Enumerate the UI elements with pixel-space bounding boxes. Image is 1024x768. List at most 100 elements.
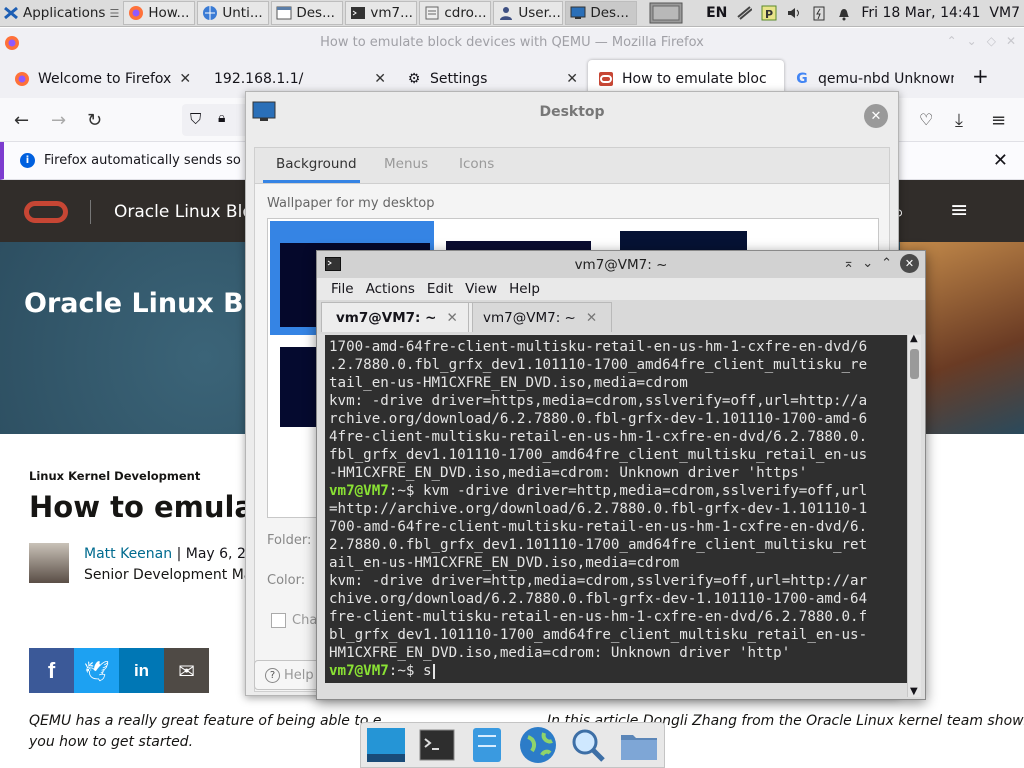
menu-view[interactable]: View bbox=[463, 281, 507, 297]
terminal-output-line: -HM1CXFRE_EN_DVD.iso,media=cdrom: Unknow… bbox=[329, 465, 808, 481]
menu-help[interactable]: Help bbox=[507, 281, 550, 297]
terminal-icon bbox=[419, 729, 455, 761]
pocket-icon[interactable]: ♡ bbox=[919, 110, 933, 129]
terminal-output-line: kvm: -drive driver=https,media=cdrom,ssl… bbox=[329, 393, 868, 409]
folder-launcher[interactable] bbox=[619, 725, 659, 765]
terminal-tab-label: vm7@VM7: ~ bbox=[483, 309, 576, 326]
close-tab-icon[interactable]: ✕ bbox=[566, 71, 578, 87]
network-icon[interactable] bbox=[736, 5, 753, 21]
tab-menus[interactable]: Menus bbox=[384, 156, 428, 172]
task-editor[interactable]: Unti... bbox=[197, 1, 270, 25]
scroll-up-icon[interactable]: ▲ bbox=[910, 333, 918, 344]
terminal-output[interactable]: 1700-amd-64fre-client-multisku-retail-en… bbox=[325, 335, 907, 683]
tab-label: How to emulate bloc bbox=[622, 71, 767, 87]
task-users[interactable]: User... bbox=[493, 1, 564, 25]
terminal-launcher[interactable] bbox=[417, 725, 457, 765]
show-desktop-launcher[interactable] bbox=[366, 725, 406, 765]
scroll-down-icon[interactable]: ▼ bbox=[910, 686, 918, 697]
gear-icon: ⚙ bbox=[407, 71, 421, 87]
workspace-switcher[interactable] bbox=[645, 1, 687, 26]
close-tab-icon[interactable]: ✕ bbox=[446, 310, 457, 326]
clipboard-icon[interactable]: P bbox=[761, 5, 777, 21]
terminal-scrollbar[interactable]: ▲ ▼ bbox=[907, 333, 921, 697]
terminal-output-line: 4fre-client-multisku-retail-en-us-hm-1-c… bbox=[329, 429, 868, 445]
clock[interactable]: Fri 18 Mar, 14:41 bbox=[861, 5, 980, 21]
new-tab-button[interactable]: + bbox=[972, 64, 989, 88]
forward-icon[interactable]: → bbox=[51, 110, 66, 131]
scrollbar-thumb[interactable] bbox=[910, 349, 919, 379]
help-label: Help bbox=[284, 667, 314, 683]
task-desktop[interactable]: Des... bbox=[271, 1, 344, 25]
terminal-command-line: vm7@VM7:~$ kvm -drive driver=http,media=… bbox=[329, 482, 903, 500]
downloads-icon[interactable]: ⤓ bbox=[955, 110, 963, 131]
close-tab-icon[interactable]: ✕ bbox=[374, 71, 386, 87]
terminal-tab-2[interactable]: vm7@VM7: ~ ✕ bbox=[468, 302, 613, 332]
task-terminal[interactable]: vm7... bbox=[345, 1, 418, 25]
terminal-window: vm7@VM7: ~ ⌅ ⌄ ⌃ ✕ File Actions Edit Vie… bbox=[316, 250, 926, 700]
maximize-button[interactable]: ⌃ bbox=[881, 256, 892, 271]
battery-icon[interactable] bbox=[811, 5, 827, 21]
window-icon bbox=[276, 5, 292, 21]
oracle-logo[interactable] bbox=[24, 201, 68, 223]
notification-bell-icon[interactable] bbox=[836, 5, 852, 21]
maximize-button[interactable]: ◇ bbox=[987, 34, 996, 48]
dock bbox=[360, 722, 665, 768]
firefox-icon bbox=[4, 35, 20, 55]
minimize-button[interactable]: ⌄ bbox=[967, 34, 977, 48]
close-button[interactable]: ✕ bbox=[900, 254, 919, 273]
publish-date: | May 6, 20 bbox=[176, 546, 255, 562]
task-files[interactable]: cdro... bbox=[419, 1, 492, 25]
file-manager-launcher[interactable] bbox=[467, 725, 507, 765]
menu-icon[interactable]: ≡ bbox=[991, 110, 1006, 131]
menu-file[interactable]: File bbox=[317, 281, 364, 297]
terminal-menubar: File Actions Edit View Help bbox=[317, 278, 925, 300]
dialog-title: Desktop bbox=[539, 104, 605, 120]
tab-welcome[interactable]: Welcome to Firefox ✕ bbox=[4, 60, 200, 98]
lock-icon[interactable]: 🔒︎ bbox=[218, 110, 225, 126]
terminal-tab-1[interactable]: vm7@VM7: ~ ✕ bbox=[321, 302, 473, 332]
email-share-button[interactable]: ✉ bbox=[164, 648, 209, 693]
task-firefox[interactable]: How... bbox=[123, 1, 196, 25]
app-finder-launcher[interactable] bbox=[568, 725, 608, 765]
terminal-icon bbox=[325, 257, 341, 275]
close-button[interactable]: ✕ bbox=[1006, 34, 1016, 48]
minimize-button[interactable]: ⌄ bbox=[862, 256, 873, 271]
author-link[interactable]: Matt Keenan bbox=[84, 546, 172, 562]
shade-button[interactable]: ⌃ bbox=[947, 34, 957, 48]
url-bar[interactable]: ⛉ 🔒︎ bbox=[182, 104, 252, 136]
close-tab-icon[interactable]: ✕ bbox=[586, 310, 597, 326]
command-text: kvm -drive driver=http,media=cdrom,sslve… bbox=[422, 483, 868, 499]
site-brand[interactable]: Oracle Linux Blo bbox=[114, 202, 253, 222]
article-category[interactable]: Linux Kernel Development bbox=[29, 469, 200, 483]
tab-icons[interactable]: Icons bbox=[459, 156, 494, 172]
back-icon[interactable]: ← bbox=[14, 110, 29, 131]
hamburger-menu-icon[interactable]: ≡ bbox=[950, 198, 968, 223]
keyboard-layout[interactable]: EN bbox=[706, 5, 727, 21]
menu-edit[interactable]: Edit bbox=[425, 281, 463, 297]
dialog-close-button[interactable]: ✕ bbox=[864, 104, 888, 128]
firefox-icon bbox=[14, 71, 30, 87]
menu-actions[interactable]: Actions bbox=[364, 281, 425, 297]
change-background-checkbox[interactable] bbox=[271, 613, 286, 628]
close-tab-icon[interactable]: ✕ bbox=[179, 71, 191, 87]
task-label: How... bbox=[148, 5, 190, 21]
web-browser-launcher[interactable] bbox=[518, 725, 558, 765]
terminal-icon bbox=[350, 5, 366, 21]
terminal-output-line: ail_en-us-HM1CXFRE_EN_DVD.iso,media=cdro… bbox=[329, 555, 680, 571]
task-desktop-settings[interactable]: Des... bbox=[565, 1, 638, 25]
shade-button[interactable]: ⌅ bbox=[843, 256, 854, 271]
linkedin-share-button[interactable]: in bbox=[119, 648, 164, 693]
wallpaper-thumb[interactable] bbox=[280, 347, 320, 427]
volume-icon[interactable] bbox=[786, 5, 802, 21]
shell-prompt: vm7@VM7 bbox=[329, 483, 389, 499]
close-notification-icon[interactable]: ✕ bbox=[993, 150, 1008, 171]
reload-icon[interactable]: ↻ bbox=[87, 110, 102, 131]
facebook-share-button[interactable]: f bbox=[29, 648, 74, 693]
help-button[interactable]: ? Help bbox=[254, 660, 324, 690]
files-icon bbox=[424, 5, 440, 21]
applications-menu[interactable]: Applications ☰ bbox=[0, 1, 123, 26]
user-menu[interactable]: VM7 bbox=[989, 5, 1020, 21]
tab-background[interactable]: Background bbox=[276, 156, 357, 172]
twitter-share-button[interactable]: 🕊︎ bbox=[74, 648, 119, 693]
shield-icon[interactable]: ⛉ bbox=[190, 110, 201, 128]
